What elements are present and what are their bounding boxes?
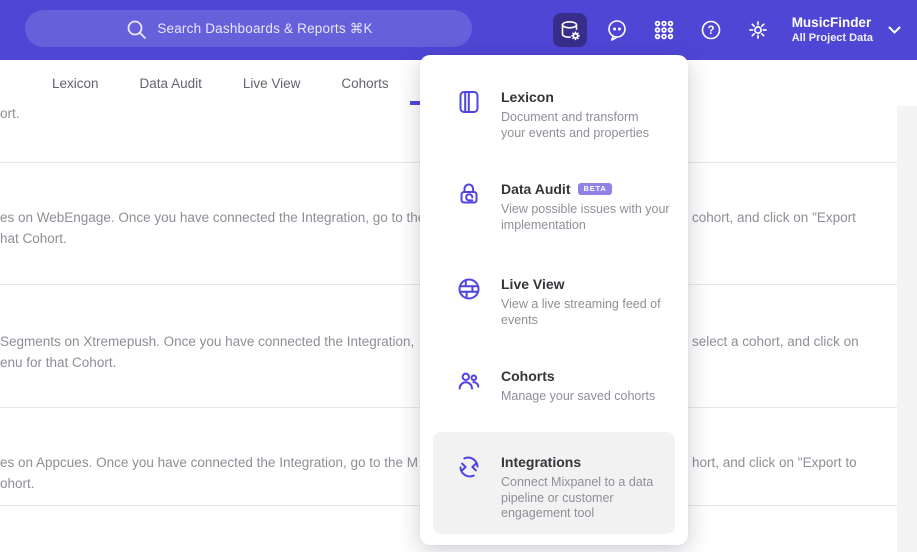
bg-row-text: hort, and click on "Export to	[692, 455, 857, 470]
bg-row-text: Segments on Xtremepush. Once you have co…	[0, 334, 415, 349]
chevron-down-icon[interactable]	[888, 26, 901, 35]
tab-cohorts[interactable]: Cohorts	[341, 76, 388, 91]
sync-icon	[454, 453, 484, 483]
project-switcher[interactable]: MusicFinder All Project Data	[792, 15, 873, 46]
bg-row-text: cohort, and click on "Export	[692, 210, 856, 225]
header-actions: ? MusicFinder All Project Data	[552, 0, 901, 60]
tab-lexicon[interactable]: Lexicon	[52, 76, 99, 91]
bg-row-text: select a cohort, and click on	[692, 334, 859, 349]
svg-text:?: ?	[707, 25, 714, 37]
beta-badge: BETA	[578, 182, 612, 196]
top-header-bar: Search Dashboards & Reports ⌘K ? MusicFi…	[0, 0, 917, 60]
data-management-button[interactable]	[552, 13, 587, 47]
menu-item-desc: Document and transform your events and p…	[501, 110, 650, 140]
menu-item-desc: View a live streaming feed of events	[501, 297, 661, 327]
settings-gear-icon	[748, 21, 767, 39]
menu-item-desc: View possible issues with your implement…	[501, 202, 670, 232]
search-input[interactable]: Search Dashboards & Reports ⌘K	[25, 10, 472, 47]
bg-row-text: ohort.	[0, 476, 35, 491]
tab-data-audit[interactable]: Data Audit	[140, 76, 202, 91]
data-management-icon	[561, 21, 580, 41]
menu-item-live-view[interactable]: Live View View a live streaming feed of …	[454, 275, 673, 328]
apps-grid-button[interactable]	[647, 13, 681, 47]
bg-row-text: es on WebEngage. Once you have connected…	[0, 210, 426, 225]
apps-grid-icon	[654, 20, 673, 40]
page-gutter	[897, 106, 917, 552]
feedback-button[interactable]	[600, 13, 634, 47]
menu-item-integrations[interactable]: Integrations Connect Mixpanel to a data …	[454, 453, 673, 522]
search-placeholder: Search Dashboards & Reports ⌘K	[157, 20, 373, 36]
search-icon	[127, 20, 147, 39]
menu-item-desc: Manage your saved cohorts	[501, 389, 656, 403]
book-icon	[454, 88, 484, 118]
bg-row-text: es on Appcues. Once you have connected t…	[0, 455, 419, 470]
menu-item-cohorts[interactable]: Cohorts Manage your saved cohorts	[454, 367, 673, 405]
lock-icon	[454, 180, 484, 210]
users-icon	[454, 367, 484, 397]
menu-item-title: Live View	[501, 276, 565, 292]
chat-feedback-icon	[607, 20, 626, 41]
menu-item-lexicon[interactable]: Lexicon Document and transform your even…	[454, 88, 673, 141]
project-name: MusicFinder	[791, 14, 872, 30]
tab-live-view[interactable]: Live View	[243, 76, 301, 91]
bg-row-text: ort.	[0, 106, 20, 121]
menu-item-desc: Connect Mixpanel to a data pipeline or c…	[501, 475, 654, 520]
project-subtitle: All Project Data	[791, 31, 873, 44]
bg-row-text: enu for that Cohort.	[0, 355, 117, 370]
data-management-dropdown: Lexicon Document and transform your even…	[420, 55, 688, 545]
bg-row-text: hat Cohort.	[0, 231, 67, 246]
settings-button[interactable]	[741, 13, 775, 47]
menu-item-data-audit[interactable]: Data Audit BETA View possible issues wit…	[454, 180, 673, 233]
menu-item-title: Lexicon	[501, 89, 554, 105]
help-icon: ?	[701, 20, 720, 40]
menu-item-title: Data Audit	[501, 181, 571, 197]
help-button[interactable]: ?	[694, 13, 728, 47]
globe-icon	[454, 275, 484, 305]
app-window: Search Dashboards & Reports ⌘K ? MusicFi…	[0, 0, 917, 552]
menu-item-title: Integrations	[501, 454, 582, 470]
menu-item-title: Cohorts	[501, 368, 555, 384]
